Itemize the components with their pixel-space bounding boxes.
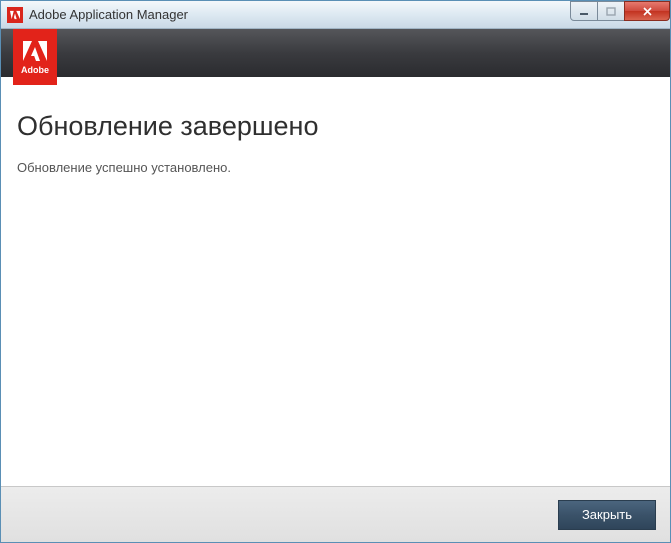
- application-window: Adobe Application Manager Adobe Обновлен…: [0, 0, 671, 543]
- minimize-button[interactable]: [570, 1, 598, 21]
- content-area: Обновление завершено Обновление успешно …: [1, 77, 670, 486]
- app-icon: [7, 7, 23, 23]
- adobe-logo: Adobe: [13, 29, 57, 85]
- window-title: Adobe Application Manager: [29, 7, 188, 22]
- titlebar[interactable]: Adobe Application Manager: [1, 1, 670, 29]
- maximize-button: [597, 1, 625, 21]
- header-bar: Adobe: [1, 29, 670, 77]
- window-controls: [571, 1, 670, 21]
- footer: Закрыть: [1, 486, 670, 542]
- adobe-logo-text: Adobe: [21, 65, 49, 75]
- close-dialog-button[interactable]: Закрыть: [558, 500, 656, 530]
- close-button[interactable]: [624, 1, 670, 21]
- status-message: Обновление успешно установлено.: [17, 160, 654, 175]
- page-heading: Обновление завершено: [17, 111, 654, 142]
